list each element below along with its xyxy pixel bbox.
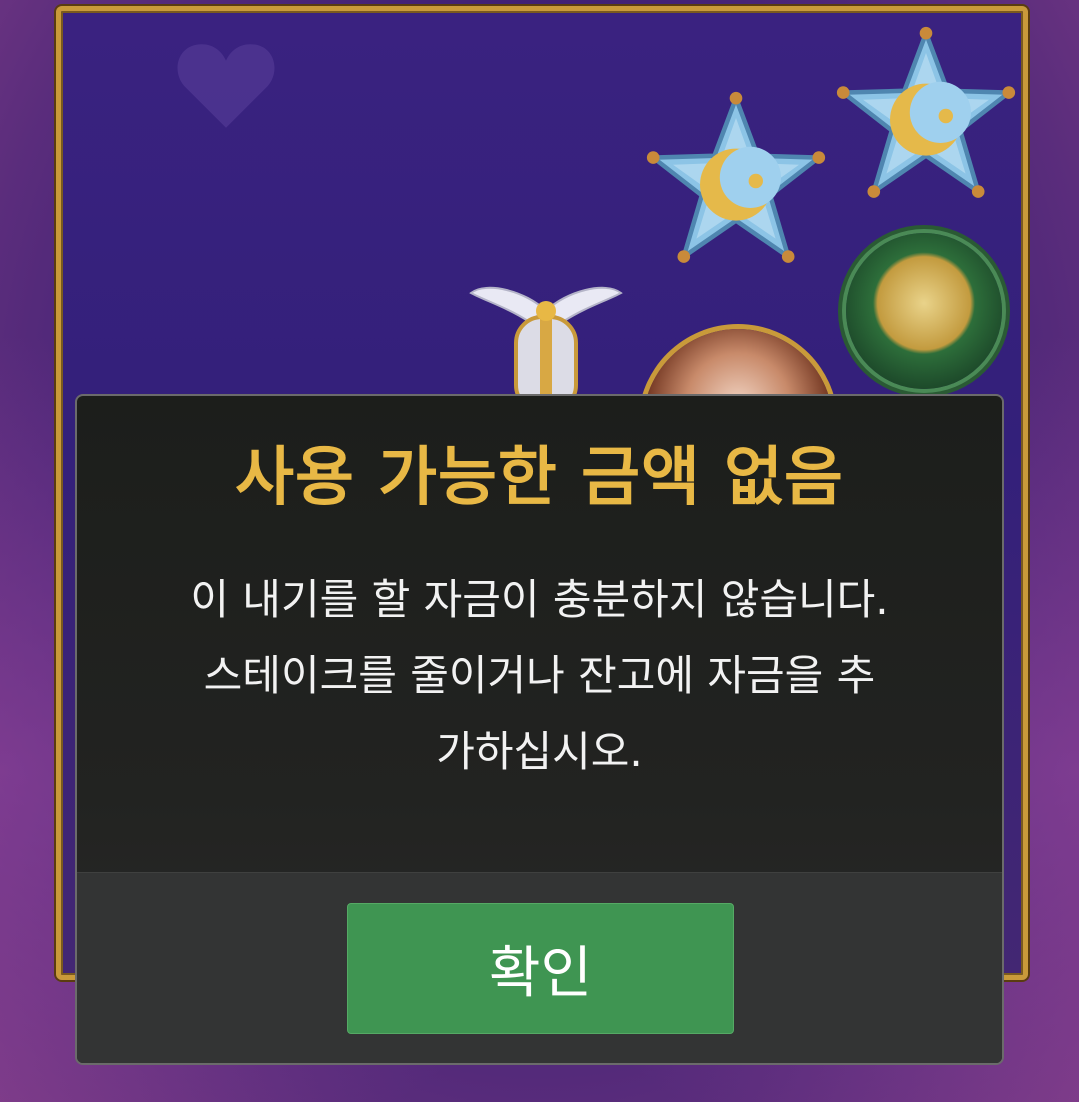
dialog-title: 사용 가능한 금액 없음 (235, 441, 844, 515)
game-screen: 사용 가능한 금액 없음 이 내기를 할 자금이 충분하지 않습니다. 스테이크… (0, 0, 1079, 1102)
moon-star-icon (646, 91, 826, 263)
green-medal-icon (846, 233, 1002, 389)
dialog-message: 이 내기를 할 자금이 충분하지 않습니다. 스테이크를 줄이거나 잔고에 자금… (117, 562, 962, 790)
dialog-footer: 확인 (77, 872, 1002, 1063)
heart-icon (177, 44, 275, 128)
dialog-message-line: 스테이크를 줄이거나 잔고에 자금을 추 (203, 651, 876, 700)
insufficient-funds-dialog: 사용 가능한 금액 없음 이 내기를 할 자금이 충분하지 않습니다. 스테이크… (75, 394, 1004, 1065)
winged-brooch-icon (469, 286, 623, 411)
confirm-button[interactable]: 확인 (347, 903, 734, 1034)
dialog-message-line: 가하십시오. (436, 727, 643, 776)
moon-star-icon (836, 26, 1016, 198)
dialog-message-line: 이 내기를 할 자금이 충분하지 않습니다. (190, 575, 889, 624)
